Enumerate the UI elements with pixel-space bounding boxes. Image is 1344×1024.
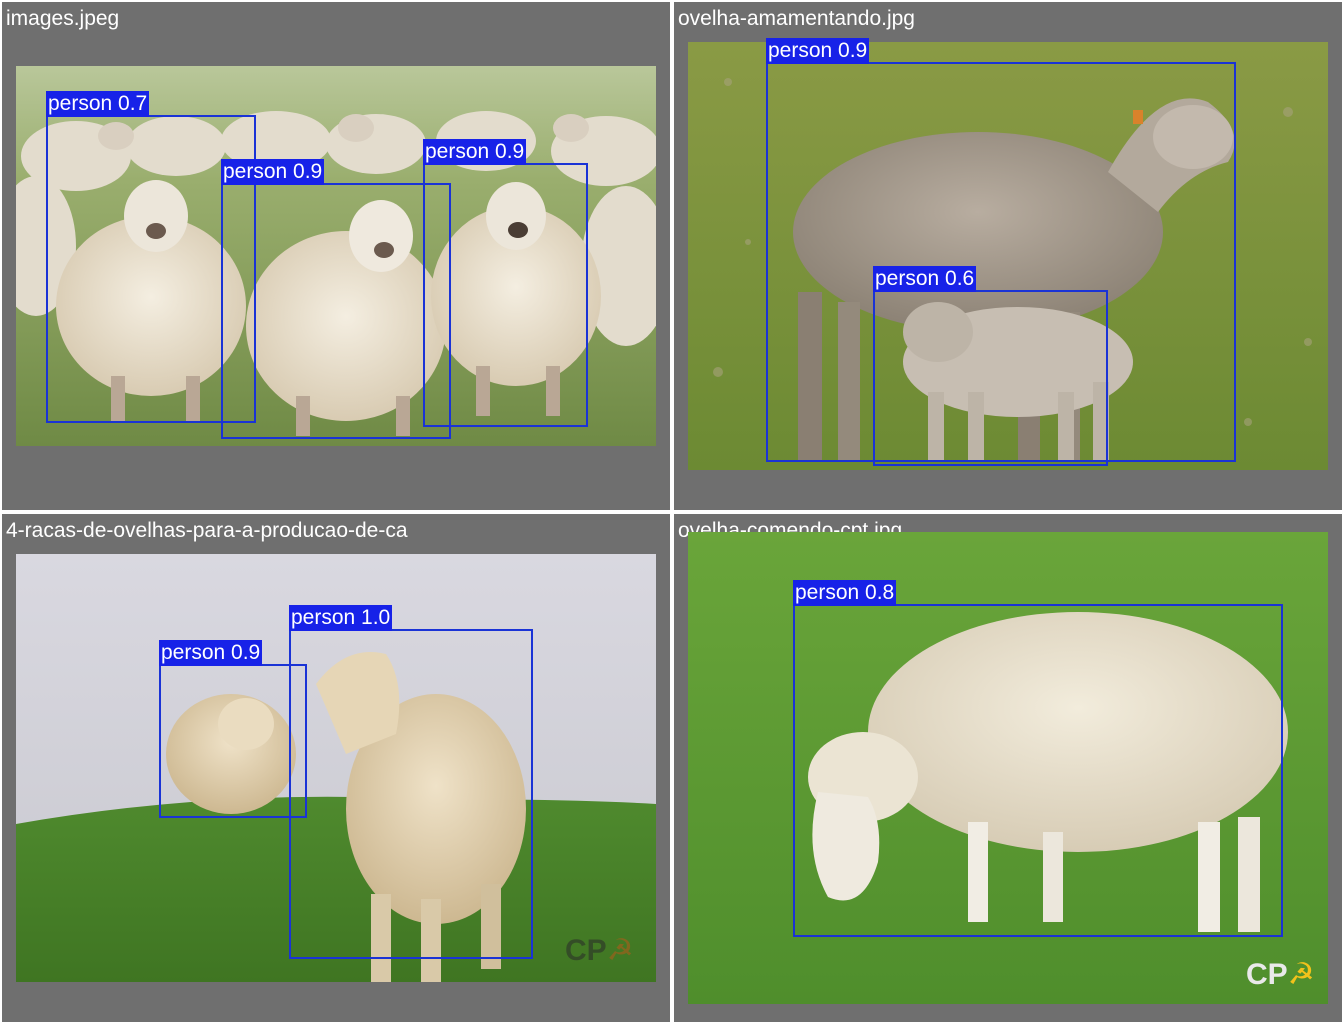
panel-title: 4-racas-de-ovelhas-para-a-producao-de-ca <box>6 519 408 542</box>
detection-label: person 0.9 <box>221 159 325 185</box>
panel-title: ovelha-amamentando.jpg <box>678 7 915 30</box>
panel-ovelha-comendo: ovelha-comendo-cpt.jpg person 0.8 CP☭ <box>674 514 1342 1022</box>
panel-4-racas: 4-racas-de-ovelhas-para-a-producao-de-ca <box>2 514 670 1022</box>
cpt-watermark: CP☭ <box>565 934 634 968</box>
watermark-text: CP <box>1246 958 1288 991</box>
cpt-watermark: CP☭ <box>1246 958 1315 992</box>
watermark-figure-icon: ☭ <box>1287 958 1315 991</box>
detection-box: person 0.8 <box>793 580 1283 937</box>
detection-label: person 0.9 <box>159 640 263 666</box>
panel-images-jpeg: images.jpeg person 0.7 person 0.9 person… <box>2 2 670 510</box>
panel-title: images.jpeg <box>6 7 120 30</box>
detection-label: person 0.7 <box>46 91 150 117</box>
panel-ovelha-amamentando: ovelha-amamentando.jpg person 0.9 person… <box>674 2 1342 510</box>
detection-label: person 0.9 <box>423 139 527 165</box>
detection-label: person 0.8 <box>793 580 897 606</box>
detection-box: person 1.0 <box>289 605 533 959</box>
detection-box: person 0.9 <box>159 640 307 818</box>
watermark-figure-icon: ☭ <box>606 934 634 967</box>
detection-box: person 0.9 <box>423 139 588 427</box>
detection-label: person 0.9 <box>766 38 870 64</box>
watermark-text: CP <box>565 934 607 967</box>
detection-label: person 0.6 <box>873 266 977 292</box>
detection-label: person 1.0 <box>289 605 393 631</box>
detection-box: person 0.6 <box>873 266 1108 466</box>
detection-box: person 0.9 <box>221 159 451 439</box>
